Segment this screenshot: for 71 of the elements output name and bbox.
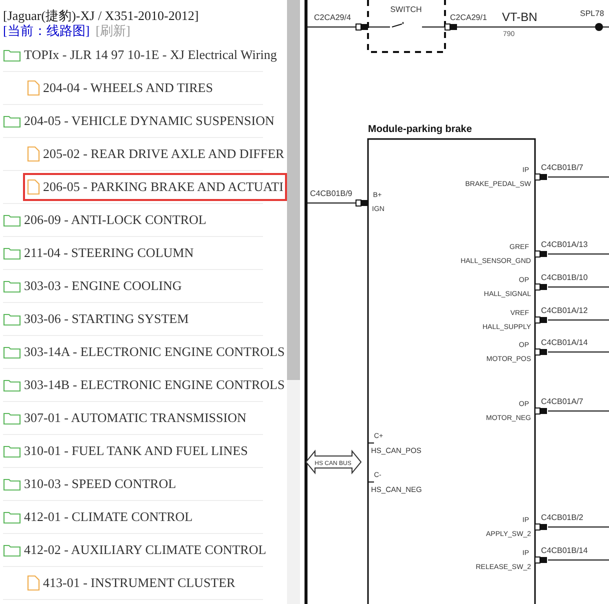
can-bus-arrow (305, 450, 362, 474)
folder-icon (3, 477, 21, 491)
folder-icon (3, 510, 21, 524)
connector-label: C4CB01B/10 (541, 273, 588, 282)
folder-icon (3, 114, 21, 128)
wire-color-label: VT-BN (502, 10, 538, 24)
connector-label: C4CB01B/9 (310, 189, 352, 198)
tree-item[interactable]: 204-05 - VEHICLE DYNAMIC SUSPENSION (3, 107, 274, 135)
tree-item[interactable]: 303-14B - ELECTRONIC ENGINE CONTROLS (3, 371, 285, 399)
folder-icon (3, 246, 21, 260)
folder-icon (3, 411, 21, 425)
tree-item-label: 310-03 - SPEED CONTROL (24, 475, 176, 494)
connector-label: C4CB01A/12 (541, 306, 588, 315)
tree-item-label: 303-14B - ELECTRONIC ENGINE CONTROLS (24, 376, 285, 394)
folder-icon (3, 48, 21, 62)
folder-icon (3, 213, 21, 227)
tree-item[interactable]: 412-01 - CLIMATE CONTROL (3, 503, 193, 531)
tree-item[interactable]: 303-03 - ENGINE COOLING (3, 272, 182, 300)
tree-item-label: 206-09 - ANTI-LOCK CONTROL (24, 211, 206, 230)
tree-item[interactable]: 413-01 - INSTRUMENT CLUSTER (27, 569, 236, 597)
tree-item-label: 211-04 - STEERING COLUMN (24, 244, 194, 262)
tree-item[interactable]: 307-01 - AUTOMATIC TRANSMISSION (3, 404, 246, 432)
tree-item-label: 206-05 - PARKING BRAKE AND ACTUATI (43, 178, 284, 196)
tree-item-label: 303-06 - STARTING SYSTEM (24, 310, 189, 328)
splice-label: SPL78 (580, 9, 604, 18)
folder-icon (3, 345, 21, 359)
scrollbar-thumb[interactable] (287, 0, 300, 380)
tree-item[interactable]: 204-04 - WHEELS AND TIRES (27, 74, 213, 102)
file-icon (27, 179, 40, 195)
tree-item-label: 413-01 - INSTRUMENT CLUSTER (43, 574, 236, 592)
current-view-link[interactable]: [当前：线路图] (3, 23, 90, 39)
folder-icon (3, 378, 21, 392)
connector-label: C4CB01A/7 (541, 397, 584, 406)
folder-icon (3, 312, 21, 326)
folder-icon (3, 279, 21, 293)
tree-item[interactable]: 412-02 - AUXILIARY CLIMATE CONTROL (3, 536, 266, 564)
connector-label: C4CB01B/2 (541, 513, 584, 522)
connector-label: C4CB01A/14 (541, 338, 588, 347)
folder-icon (3, 444, 21, 458)
folder-icon (3, 543, 21, 557)
tree-item[interactable]: 310-03 - SPEED CONTROL (3, 470, 176, 498)
tree-item-label: 412-02 - AUXILIARY CLIMATE CONTROL (24, 541, 266, 560)
connector-label: C4CB01B/14 (541, 546, 588, 555)
file-icon (27, 80, 40, 96)
tree-item-label: 204-04 - WHEELS AND TIRES (43, 79, 213, 98)
tree-item-label: 204-05 - VEHICLE DYNAMIC SUSPENSION (24, 112, 274, 130)
tree-item[interactable]: 310-01 - FUEL TANK AND FUEL LINES (3, 437, 248, 465)
tree-item-label: 303-14A - ELECTRONIC ENGINE CONTROLS (24, 343, 285, 362)
tree-item[interactable]: 211-04 - STEERING COLUMN (3, 239, 194, 267)
tree-item-label: TOPIx - JLR 14 97 10-1E - XJ Electrical Wiring (24, 46, 277, 64)
switch-label: SWITCH (390, 5, 422, 14)
vehicle-title: [Jaguar(捷豹)-XJ / X351-2010-2012] (3, 8, 200, 23)
file-icon (27, 146, 40, 162)
file-icon (27, 575, 40, 591)
connector-label: C2CA29/1 (450, 13, 487, 22)
tree-item[interactable]: 303-06 - STARTING SYSTEM (3, 305, 189, 333)
connector-label: C4CB01A/13 (541, 240, 588, 249)
tree-item-label: 303-03 - ENGINE COOLING (24, 277, 182, 296)
tree-item[interactable]: 303-14A - ELECTRONIC ENGINE CONTROLS (3, 338, 285, 366)
tree-item-label: 310-01 - FUEL TANK AND FUEL LINES (24, 442, 248, 460)
tree-item-label: 307-01 - AUTOMATIC TRANSMISSION (24, 409, 246, 428)
tree-item[interactable]: 205-02 - REAR DRIVE AXLE AND DIFFER (27, 140, 284, 168)
tree-item[interactable]: 206-05 - PARKING BRAKE AND ACTUATI (23, 173, 287, 201)
tree-item-label: 412-01 - CLIMATE CONTROL (24, 508, 193, 526)
tree-item[interactable]: 206-09 - ANTI-LOCK CONTROL (3, 206, 206, 234)
tree-item-label: 205-02 - REAR DRIVE AXLE AND DIFFER (43, 145, 284, 164)
connector-label: C2CA29/4 (314, 13, 351, 22)
scrollbar[interactable] (287, 0, 300, 604)
connector-label: C4CB01B/7 (541, 163, 584, 172)
module-title: Module-parking brake (368, 124, 472, 135)
tree-item[interactable]: TOPIx - JLR 14 97 10-1E - XJ Electrical Wiring (3, 41, 277, 69)
